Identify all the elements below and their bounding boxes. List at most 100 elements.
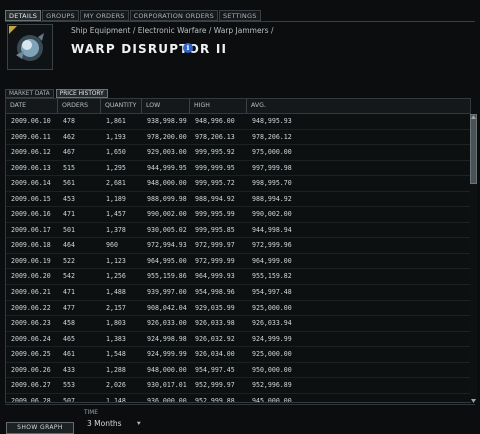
table-row[interactable]: 2009.06.23 458 1,803 926,033.00 926,033.98 92… bbox=[6, 316, 470, 332]
cell-date: 2009.06.28 bbox=[11, 396, 51, 403]
table-row[interactable]: 2009.06.22 477 2,157 908,042.04 929,035.99 92… bbox=[6, 301, 470, 317]
cell-low: 948,000.00 bbox=[147, 365, 187, 374]
table-row[interactable]: 2009.06.24 465 1,383 924,998.98 926,032.92 92… bbox=[6, 332, 470, 348]
cell-avg: 950,000.00 bbox=[252, 365, 292, 374]
cell-low: 924,999.99 bbox=[147, 350, 187, 359]
cell-quantity: 1,488 bbox=[106, 288, 126, 297]
cell-avg: 924,999.99 bbox=[252, 334, 292, 343]
cell-orders: 478 bbox=[63, 117, 75, 125]
cell-date: 2009.06.16 bbox=[11, 210, 51, 219]
table-row[interactable]: 2009.06.15 453 1,189 988,099.98 988,994.92 98… bbox=[6, 192, 470, 208]
cell-date: 2009.06.18 bbox=[11, 241, 51, 250]
cell-date: 2009.06.21 bbox=[11, 288, 51, 297]
tab-corporation-orders[interactable]: CORPORATION ORDERS bbox=[129, 10, 218, 21]
table-row[interactable]: 2009.06.25 461 1,548 924,999.99 926,034.00 92… bbox=[6, 347, 470, 363]
table-row[interactable]: 2009.06.28 507 1,148 936,000.00 952,999.88 94… bbox=[6, 394, 470, 403]
cell-high: 926,032.92 bbox=[195, 334, 235, 343]
cell-avg: 925,000.00 bbox=[252, 350, 292, 359]
cell-date: 2009.06.15 bbox=[11, 194, 51, 203]
cell-date: 2009.06.17 bbox=[11, 225, 51, 234]
cell-high: 999,995.92 bbox=[195, 148, 235, 157]
cell-date: 2009.06.22 bbox=[11, 303, 51, 312]
tab-details[interactable]: DETAILS bbox=[5, 10, 42, 21]
cell-orders: 501 bbox=[63, 225, 75, 234]
table-row[interactable]: 2009.06.20 542 1,256 955,159.86 964,999.93 95… bbox=[6, 269, 470, 286]
cell-quantity: 1,123 bbox=[106, 256, 126, 265]
cell-date: 2009.06.25 bbox=[11, 350, 51, 359]
cell-date: 2009.06.13 bbox=[11, 163, 51, 172]
cell-low: 930,017.01 bbox=[147, 381, 187, 390]
warp-disruptor-item-icon[interactable] bbox=[7, 24, 53, 70]
cell-date: 2009.06.14 bbox=[11, 179, 51, 188]
cell-date: 2009.06.11 bbox=[11, 132, 51, 141]
time-range-select[interactable]: 3 Months ⯆ bbox=[84, 418, 148, 430]
cell-low: 990,002.00 bbox=[147, 210, 187, 219]
cell-low: 939,997.00 bbox=[147, 288, 187, 297]
table-row[interactable]: 2009.06.10 478 1,861 938,998.99 948,996.00 94… bbox=[6, 114, 470, 130]
scroll-thumb[interactable] bbox=[470, 114, 477, 184]
table-row[interactable]: 2009.06.11 462 1,193 978,200.00 978,206.13 97… bbox=[6, 130, 470, 146]
tab-my-orders[interactable]: MY ORDERS bbox=[79, 10, 129, 21]
cell-avg: 952,996.89 bbox=[252, 381, 292, 390]
item-title: WARP DISRUPTOR II bbox=[71, 42, 228, 56]
cell-date: 2009.06.24 bbox=[11, 334, 51, 343]
cell-quantity: 1,193 bbox=[106, 132, 126, 141]
tab-market-data[interactable]: MARKET DATA bbox=[5, 89, 54, 98]
tab-groups[interactable]: GROUPS bbox=[42, 10, 79, 21]
cell-orders: 477 bbox=[63, 303, 75, 312]
cell-orders: 458 bbox=[63, 319, 75, 328]
table-row[interactable]: 2009.06.13 515 1,295 944,999.95 999,999.95 99… bbox=[6, 161, 470, 177]
column-header-avg[interactable]: AVG. bbox=[247, 99, 470, 113]
tab-divider bbox=[5, 21, 475, 22]
column-header-orders[interactable]: ORDERS bbox=[58, 99, 101, 113]
table-row[interactable]: 2009.06.16 471 1,457 990,002.00 999,995.99 99… bbox=[6, 207, 470, 223]
cell-high: 972,999.97 bbox=[195, 241, 235, 250]
cell-orders: 522 bbox=[63, 256, 75, 265]
table-row[interactable]: 2009.06.27 553 2,026 930,017.01 952,999.97 95… bbox=[6, 378, 470, 394]
cell-low: 948,000.00 bbox=[147, 179, 187, 188]
cell-orders: 461 bbox=[63, 350, 75, 359]
cell-high: 964,999.93 bbox=[195, 272, 235, 281]
cell-low: 964,995.00 bbox=[147, 256, 187, 265]
cell-orders: 465 bbox=[63, 334, 75, 343]
tab-price-history[interactable]: PRICE HISTORY bbox=[55, 89, 108, 98]
table-row[interactable]: 2009.06.17 501 1,378 930,005.02 999,995.85 94… bbox=[6, 223, 470, 239]
table-row[interactable]: 2009.06.14 561 2,681 948,000.00 999,995.72 99… bbox=[6, 176, 470, 192]
cell-date: 2009.06.10 bbox=[11, 117, 51, 125]
cell-orders: 464 bbox=[63, 241, 75, 250]
price-history-table: DATE ORDERS QUANTITY LOW HIGH AVG. 2009.… bbox=[5, 98, 471, 403]
cell-high: 954,997.45 bbox=[195, 365, 235, 374]
cell-low: 924,998.98 bbox=[147, 334, 187, 343]
cell-avg: 998,995.70 bbox=[252, 179, 292, 188]
cell-high: 929,035.99 bbox=[195, 303, 235, 312]
column-header-quantity[interactable]: QUANTITY bbox=[101, 99, 142, 113]
table-row[interactable]: 2009.06.19 522 1,123 964,995.00 972,999.99 96… bbox=[6, 254, 470, 270]
table-row[interactable]: 2009.06.21 471 1,488 939,997.00 954,998.96 95… bbox=[6, 285, 470, 301]
cell-quantity: 1,295 bbox=[106, 163, 126, 172]
cell-orders: 561 bbox=[63, 179, 75, 188]
cell-quantity: 1,548 bbox=[106, 350, 126, 359]
show-graph-button[interactable]: SHOW GRAPH bbox=[6, 422, 74, 434]
table-row[interactable]: 2009.06.18 464 960 972,994.93 972,999.97 972,… bbox=[6, 238, 470, 254]
table-row[interactable]: 2009.06.12 467 1,650 929,003.00 999,995.92 97… bbox=[6, 145, 470, 161]
cell-quantity: 1,288 bbox=[106, 365, 126, 374]
cell-quantity: 1,803 bbox=[106, 319, 126, 328]
scroll-up-icon[interactable] bbox=[470, 114, 477, 120]
info-icon[interactable]: i bbox=[183, 43, 193, 53]
cell-avg: 925,000.00 bbox=[252, 303, 292, 312]
column-header-high[interactable]: HIGH bbox=[190, 99, 247, 113]
table-row[interactable]: 2009.06.26 433 1,288 948,000.00 954,997.45 95… bbox=[6, 363, 470, 379]
cell-avg: 948,995.93 bbox=[252, 117, 292, 125]
tab-settings[interactable]: SETTINGS bbox=[218, 10, 261, 21]
column-header-low[interactable]: LOW bbox=[142, 99, 190, 113]
cell-orders: 462 bbox=[63, 132, 75, 141]
cell-orders: 515 bbox=[63, 163, 75, 172]
column-header-date[interactable]: DATE bbox=[6, 99, 58, 113]
cell-quantity: 1,378 bbox=[106, 225, 126, 234]
cell-date: 2009.06.26 bbox=[11, 365, 51, 374]
cell-quantity: 960 bbox=[106, 241, 118, 250]
table-scrollbar[interactable] bbox=[470, 114, 477, 402]
cell-high: 978,206.13 bbox=[195, 132, 235, 141]
cell-avg: 955,159.82 bbox=[252, 272, 292, 281]
cell-quantity: 1,383 bbox=[106, 334, 126, 343]
